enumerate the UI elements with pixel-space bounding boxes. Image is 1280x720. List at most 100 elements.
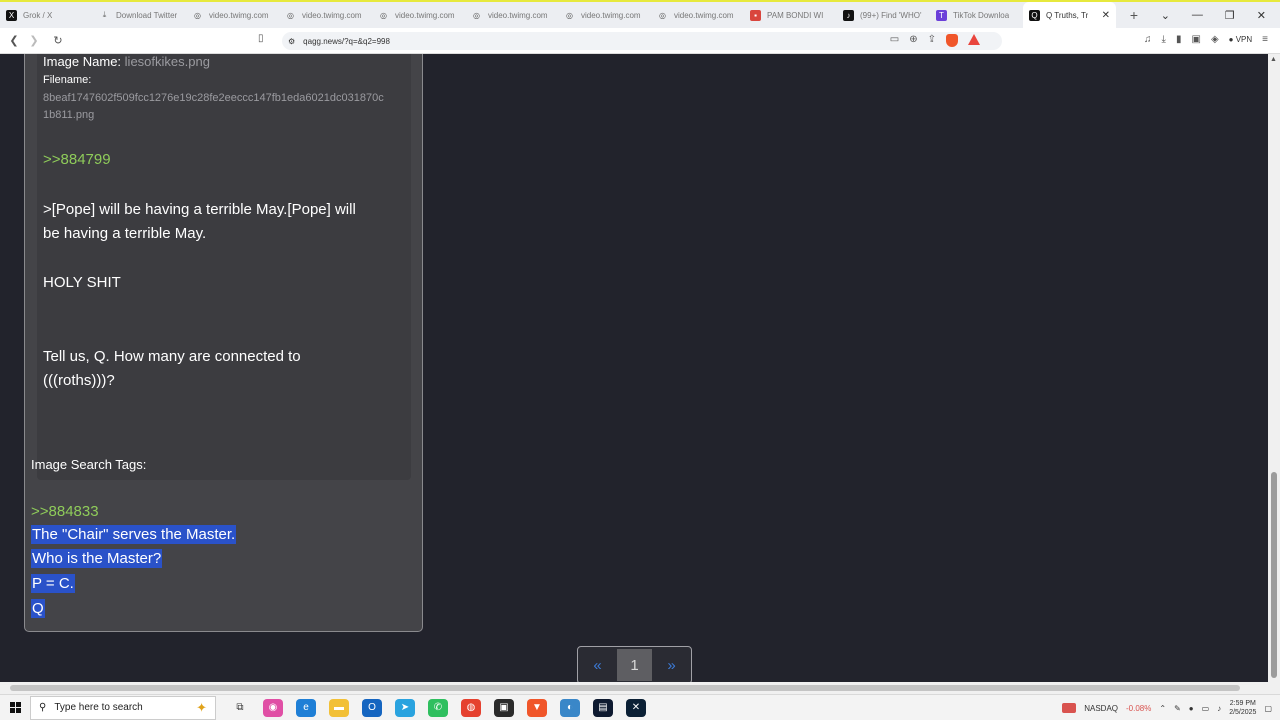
pagination: « 1 » <box>577 646 692 682</box>
volume-icon[interactable]: ♪ <box>1217 704 1221 713</box>
tab-10[interactable]: T TikTok Downloa <box>930 2 1023 28</box>
brave-rewards-icon[interactable] <box>968 34 980 45</box>
prev-page-button[interactable]: « <box>580 649 615 681</box>
post-text: HOLY SHIT <box>43 274 121 291</box>
tab-title: video.twimg.com <box>488 10 548 20</box>
copilot-spark-icon: ✦ <box>196 699 207 715</box>
back-icon[interactable]: ❮ <box>4 34 24 47</box>
next-page-button[interactable]: » <box>654 649 689 681</box>
tab-0[interactable]: X Grok / X <box>0 2 93 28</box>
minimize-icon[interactable]: — <box>1192 9 1203 21</box>
search-icon: ⚲ <box>39 702 47 713</box>
toolbar-right: ♫ ⤓ ▮ ▣ ◈ ● VPN ≡ <box>1144 34 1268 45</box>
post-reference-link[interactable]: >>884799 <box>43 151 111 168</box>
menu-icon[interactable]: ≡ <box>1262 34 1268 45</box>
q-icon: Q <box>1029 9 1040 21</box>
tab-11-active[interactable]: Q Q Truths, Tr ✕ <box>1023 2 1116 28</box>
notifications-icon[interactable]: ▢ <box>1264 704 1272 713</box>
music-icon[interactable]: ♫ <box>1144 34 1152 45</box>
downloads-icon[interactable]: ⤓ <box>1162 34 1166 45</box>
new-tab-button[interactable]: + <box>1124 7 1144 23</box>
window-controls: ⌄ — ❐ ✕ <box>1161 2 1280 28</box>
microphone-icon[interactable]: ● <box>1189 704 1194 713</box>
horizontal-scrollbar-thumb[interactable] <box>10 685 1240 691</box>
share-icon[interactable]: ⇪ <box>928 34 936 47</box>
image-name-value[interactable]: liesofkikes.png <box>125 54 210 69</box>
app-icon[interactable]: ▤ <box>593 698 613 717</box>
telegram-icon[interactable]: ➤ <box>395 698 415 717</box>
tab-title: video.twimg.com <box>302 10 362 20</box>
globe-icon: ◎ <box>380 10 387 20</box>
red-icon: ▪ <box>750 9 761 21</box>
app-icon[interactable]: ◐ <box>560 698 580 717</box>
network-icon[interactable]: ▭ <box>1202 704 1210 713</box>
leo-icon[interactable]: ◈ <box>1211 34 1219 45</box>
forward-icon[interactable]: ❯ <box>24 34 44 47</box>
answer-reference-link[interactable]: >>884833 <box>31 503 99 520</box>
tab-8[interactable]: ▪ PAM BONDI WI <box>744 2 837 28</box>
tab-list-icon[interactable]: ⌄ <box>1161 9 1170 22</box>
tab-5[interactable]: ◎ video.twimg.com <box>465 2 558 28</box>
purple-icon: T <box>936 9 947 21</box>
tab-title: video.twimg.com <box>395 10 455 20</box>
post-text: Tell us, Q. How many are connected to <box>43 348 301 365</box>
tab-2[interactable]: ◎ video.twimg.com <box>186 2 279 28</box>
scrollbar-thumb[interactable] <box>1271 472 1277 678</box>
chrome-icon[interactable]: ◍ <box>461 698 481 717</box>
answer-text-selected: The "Chair" serves the Master. <box>31 525 237 544</box>
page-viewport: Image Name: liesofkikes.png Filename: 8b… <box>0 54 1280 682</box>
url-actions: ▭ ⊕ ⇪ <box>890 34 980 47</box>
quoted-post: Image Name: liesofkikes.png Filename: 8b… <box>37 54 411 480</box>
filename-value[interactable]: 8beaf1747602f509fcc1276e19c28fe2eeccc147… <box>43 90 384 107</box>
file-explorer-icon[interactable]: ▬ <box>329 698 349 717</box>
post-text: >[Pope] will be having a terrible May.[P… <box>43 201 356 218</box>
app-icon[interactable]: ✕ <box>626 698 646 717</box>
copilot-icon[interactable]: ◉ <box>263 698 283 717</box>
vpn-label: VPN <box>1235 35 1253 44</box>
app-icon[interactable]: ▣ <box>494 698 514 717</box>
system-tray: NASDAQ -0.08% ⌃ ✎ ● ▭ ♪ 2:59 PM 2/5/2025… <box>1062 695 1280 720</box>
tab-title: video.twimg.com <box>674 10 734 20</box>
wallet-icon[interactable]: ▣ <box>1191 34 1200 45</box>
filename-value-cont[interactable]: 1b811.png <box>43 107 94 124</box>
x-icon: X <box>6 9 17 21</box>
pen-icon[interactable]: ✎ <box>1174 704 1181 713</box>
clock[interactable]: 2:59 PM 2/5/2025 <box>1229 699 1256 717</box>
brave-icon[interactable]: ▼ <box>527 698 547 717</box>
outlook-icon[interactable]: O <box>362 698 382 717</box>
answer-text-selected: P = C. <box>31 574 75 593</box>
tab-1[interactable]: ⤓ Download Twitter <box>93 2 186 28</box>
sidebar-icon[interactable]: ▮ <box>1176 34 1182 45</box>
tab-3[interactable]: ◎ video.twimg.com <box>279 2 372 28</box>
scroll-up-icon[interactable]: ▲ <box>1270 56 1277 63</box>
horizontal-scrollbar[interactable] <box>0 682 1280 694</box>
task-view-icon[interactable]: ⧉ <box>230 699 250 717</box>
close-window-icon[interactable]: ✕ <box>1257 9 1266 22</box>
zoom-icon[interactable]: ⊕ <box>909 34 917 47</box>
whatsapp-icon[interactable]: ✆ <box>428 698 448 717</box>
restore-icon[interactable]: ❐ <box>1225 9 1235 22</box>
ticker-name[interactable]: NASDAQ <box>1084 704 1118 713</box>
filename-label: Filename: <box>43 74 92 86</box>
tab-7[interactable]: ◎ video.twimg.com <box>651 2 744 28</box>
edge-icon[interactable]: e <box>296 698 316 717</box>
chevron-up-icon[interactable]: ⌃ <box>1159 704 1166 713</box>
tab-4[interactable]: ◎ video.twimg.com <box>372 2 465 28</box>
tab-9[interactable]: ♪ (99+) Find 'WHO' <box>837 2 930 28</box>
current-page[interactable]: 1 <box>617 649 652 681</box>
search-placeholder: Type here to search <box>54 702 143 713</box>
close-tab-icon[interactable]: ✕ <box>1102 10 1110 21</box>
reload-icon[interactable]: ↻ <box>48 34 68 47</box>
brave-shields-icon[interactable] <box>946 34 958 47</box>
start-button[interactable] <box>0 702 30 713</box>
tab-6[interactable]: ◎ video.twimg.com <box>558 2 651 28</box>
vertical-scrollbar[interactable]: ▲ <box>1268 54 1280 682</box>
tab-title: video.twimg.com <box>581 10 641 20</box>
tab-title: TikTok Downloa <box>953 10 1010 20</box>
answer-signature-selected: Q <box>31 599 45 618</box>
site-info-icon[interactable]: ⚙ <box>288 37 295 46</box>
vpn-button[interactable]: ● VPN <box>1229 35 1253 44</box>
taskbar-search[interactable]: ⚲ Type here to search ✦ <box>30 695 216 720</box>
bookmark-icon[interactable]: ▯ <box>258 33 264 44</box>
cast-icon[interactable]: ▭ <box>890 34 899 47</box>
